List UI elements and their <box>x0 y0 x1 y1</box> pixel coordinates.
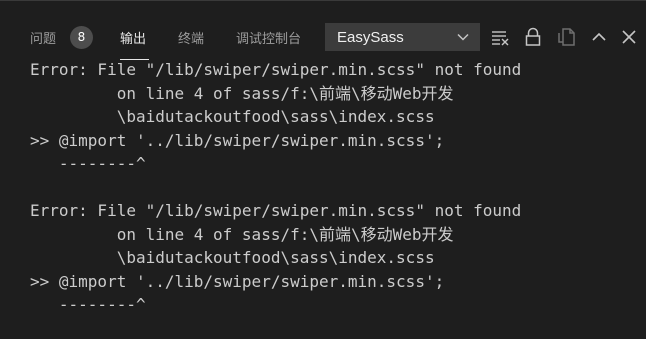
panel-header: 问题 8 输出 终端 调试控制台 EasySass <box>0 15 646 61</box>
tab-output[interactable]: 输出 <box>120 28 146 47</box>
tab-problems[interactable]: 问题 <box>30 28 56 47</box>
maximize-panel-icon[interactable] <box>588 26 610 48</box>
clear-output-icon[interactable] <box>489 26 511 48</box>
output-line: Error: File "/lib/swiper/swiper.min.scss… <box>30 60 522 79</box>
output-panel: 问题 8 输出 终端 调试控制台 EasySass Error: File "/… <box>0 0 646 339</box>
output-line: \baidutackoutfood\sass\index.scss <box>30 248 435 267</box>
chevron-down-icon <box>457 33 469 41</box>
output-line: >> @import '../lib/swiper/swiper.min.scs… <box>30 271 445 291</box>
problems-count-badge: 8 <box>70 26 93 49</box>
output-line: --------^ <box>30 295 146 314</box>
tab-terminal[interactable]: 终端 <box>178 28 204 47</box>
open-in-editor-icon[interactable] <box>555 26 577 48</box>
output-line: Error: File "/lib/swiper/swiper.min.scss… <box>30 201 522 220</box>
output-line: on line 4 of sass/f:\前端\移动Web开发 <box>30 83 454 103</box>
output-channel-select[interactable]: EasySass <box>325 23 480 51</box>
output-channel-value: EasySass <box>337 29 404 46</box>
output-content[interactable]: Error: File "/lib/swiper/swiper.min.scss… <box>0 58 646 339</box>
tab-debug-console[interactable]: 调试控制台 <box>236 28 301 47</box>
lock-icon[interactable] <box>522 26 544 48</box>
close-panel-icon[interactable] <box>618 26 640 48</box>
output-line: on line 4 of sass/f:\前端\移动Web开发 <box>30 224 454 244</box>
output-line: --------^ <box>30 154 146 173</box>
output-line: >> @import '../lib/swiper/swiper.min.scs… <box>30 130 445 150</box>
output-line: \baidutackoutfood\sass\index.scss <box>30 107 435 126</box>
